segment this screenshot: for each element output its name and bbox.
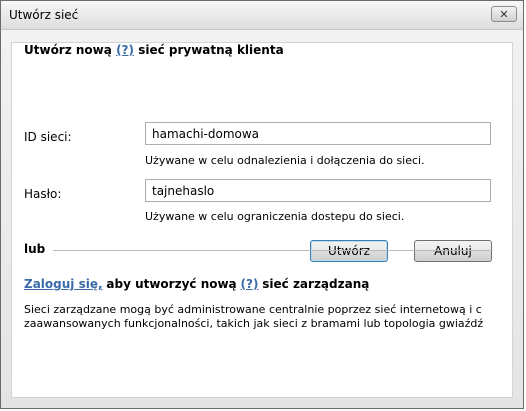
password-input[interactable] xyxy=(145,179,491,202)
network-id-hint: Używane w celu odnalezienia i dołączenia… xyxy=(145,154,425,167)
close-button[interactable]: ✕ xyxy=(491,6,517,22)
managed-network-line: Zaloguj się, aby utworzyć nową (?) sieć … xyxy=(24,277,369,291)
password-label: Hasło: xyxy=(24,187,62,201)
close-icon: ✕ xyxy=(499,7,509,21)
cancel-button[interactable]: Anuluj xyxy=(414,240,492,262)
help-link[interactable]: (?) xyxy=(116,43,134,57)
network-id-label: ID sieci: xyxy=(24,130,72,144)
heading-prefix: Utwórz nową xyxy=(24,43,112,57)
managed-description: Sieci zarządzane mogą być administrowane… xyxy=(24,303,499,331)
divider xyxy=(53,250,493,251)
or-label: lub xyxy=(24,242,46,256)
create-network-dialog: Utwórz sieć ✕ Utwórz nową (?) sieć prywa… xyxy=(0,0,524,409)
create-network-heading: Utwórz nową (?) sieć prywatną klienta xyxy=(24,43,284,57)
title-bar[interactable]: Utwórz sieć ✕ xyxy=(1,1,523,30)
password-hint: Używane w celu ograniczenia dostepu do s… xyxy=(145,210,405,223)
managed-text-prefix: aby utworzyć nową xyxy=(106,277,237,291)
description-line-2: zaawansowanych funkcjonalności, takich j… xyxy=(24,317,484,330)
network-id-input[interactable] xyxy=(145,122,491,145)
create-button[interactable]: Utwórz xyxy=(310,240,388,262)
heading-suffix: sieć prywatną klienta xyxy=(138,43,284,57)
login-link[interactable]: Zaloguj się, xyxy=(24,277,103,291)
window-title: Utwórz sieć xyxy=(9,8,79,22)
description-line-1: Sieci zarządzane mogą być administrowane… xyxy=(24,303,482,316)
managed-help-link[interactable]: (?) xyxy=(241,277,259,291)
managed-text-suffix: sieć zarządzaną xyxy=(262,277,370,291)
